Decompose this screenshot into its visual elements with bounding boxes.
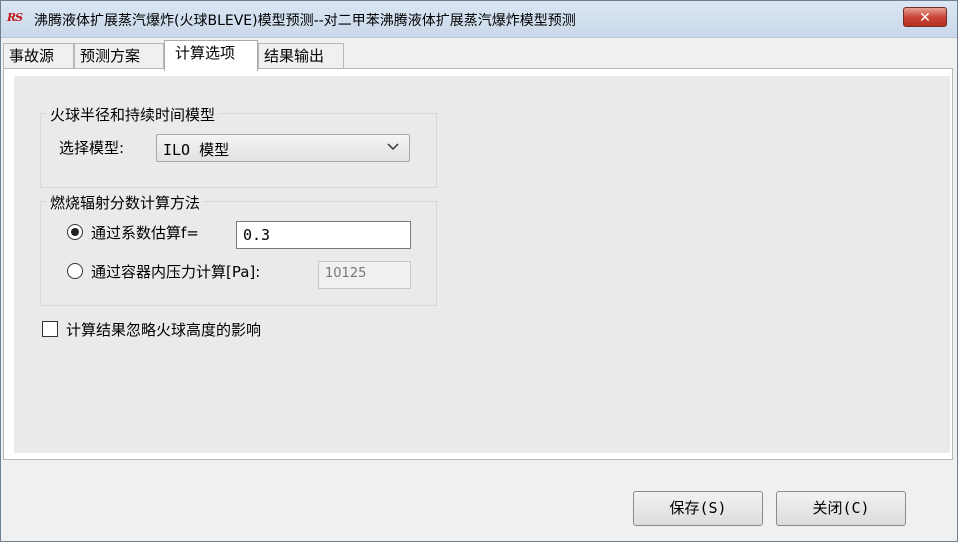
close-button[interactable]: 关闭(C) bbox=[776, 491, 906, 526]
pressure-radio-label[interactable]: 通过容器内压力计算[Pa]: bbox=[91, 261, 260, 282]
tab-panel-calculation-options: 火球半径和持续时间模型 选择模型: ILO 模型 燃烧辐射分数计算方法 通过系数… bbox=[3, 68, 953, 460]
tab-result-output[interactable]: 结果输出 bbox=[258, 43, 344, 69]
coefficient-radio-label[interactable]: 通过系数估算f= bbox=[91, 222, 199, 243]
window-title: 沸腾液体扩展蒸汽爆炸(火球BLEVE)模型预测--对二甲苯沸腾液体扩展蒸汽爆炸模… bbox=[34, 13, 576, 29]
dialog-window: RS 沸腾液体扩展蒸汽爆炸(火球BLEVE)模型预测--对二甲苯沸腾液体扩展蒸汽… bbox=[0, 0, 958, 542]
options-area: 火球半径和持续时间模型 选择模型: ILO 模型 燃烧辐射分数计算方法 通过系数… bbox=[14, 76, 950, 453]
tab-calculation-options[interactable]: 计算选项 bbox=[164, 40, 258, 71]
fireball-model-group: 火球半径和持续时间模型 选择模型: ILO 模型 bbox=[40, 104, 437, 188]
model-select-value: ILO 模型 bbox=[163, 141, 230, 159]
title-bar: RS 沸腾液体扩展蒸汽爆炸(火球BLEVE)模型预测--对二甲苯沸腾液体扩展蒸汽… bbox=[1, 1, 957, 38]
chevron-down-icon bbox=[387, 143, 399, 151]
radiation-fraction-group-title: 燃烧辐射分数计算方法 bbox=[47, 192, 204, 213]
coefficient-radio[interactable] bbox=[67, 224, 83, 240]
tab-accident-source[interactable]: 事故源 bbox=[3, 43, 74, 69]
radio-selected-dot bbox=[71, 228, 79, 236]
ignore-height-checkbox[interactable] bbox=[42, 321, 58, 337]
model-select[interactable]: ILO 模型 bbox=[156, 134, 410, 162]
save-button[interactable]: 保存(S) bbox=[633, 491, 763, 526]
app-logo-icon: RS bbox=[7, 11, 23, 24]
fireball-model-group-title: 火球半径和持续时间模型 bbox=[47, 104, 219, 125]
radiation-fraction-group: 燃烧辐射分数计算方法 通过系数估算f= 0.3 通过容器内压力计算[Pa]: 1… bbox=[40, 192, 437, 306]
coefficient-input[interactable]: 0.3 bbox=[236, 221, 411, 249]
tab-prediction-plan[interactable]: 预测方案 bbox=[74, 43, 164, 69]
select-model-label: 选择模型: bbox=[59, 139, 125, 157]
pressure-radio[interactable] bbox=[67, 263, 83, 279]
pressure-input: 10125 bbox=[318, 261, 411, 289]
close-window-button[interactable]: ✕ bbox=[903, 7, 947, 27]
ignore-height-label[interactable]: 计算结果忽略火球高度的影响 bbox=[66, 319, 261, 340]
